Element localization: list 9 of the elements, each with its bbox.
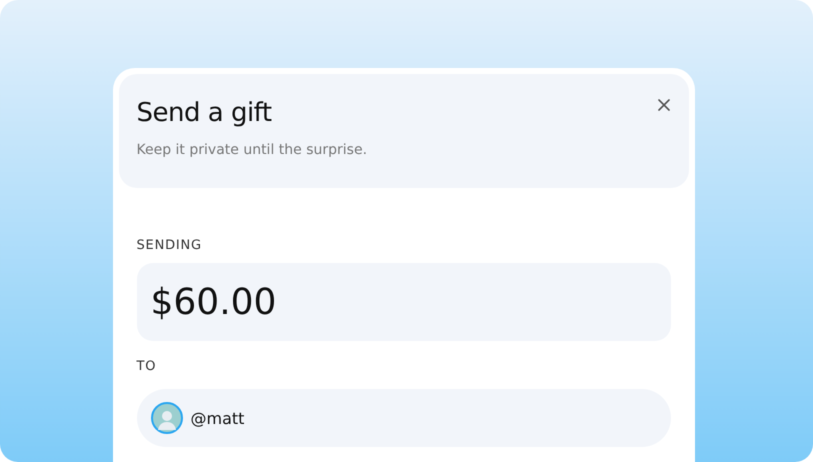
avatar-icon <box>150 402 182 434</box>
recipient-handle: @matt <box>190 408 244 428</box>
close-icon[interactable] <box>656 98 670 112</box>
dialog-title: Send a gift <box>136 98 273 128</box>
field-label: TO <box>136 359 158 374</box>
amount-field[interactable]: $60.00 <box>136 263 670 341</box>
dialog-subtitle: Keep it private until the surprise. <box>136 142 368 158</box>
field-label: SENDING <box>136 238 203 253</box>
recipient-field[interactable]: @matt <box>136 389 670 447</box>
